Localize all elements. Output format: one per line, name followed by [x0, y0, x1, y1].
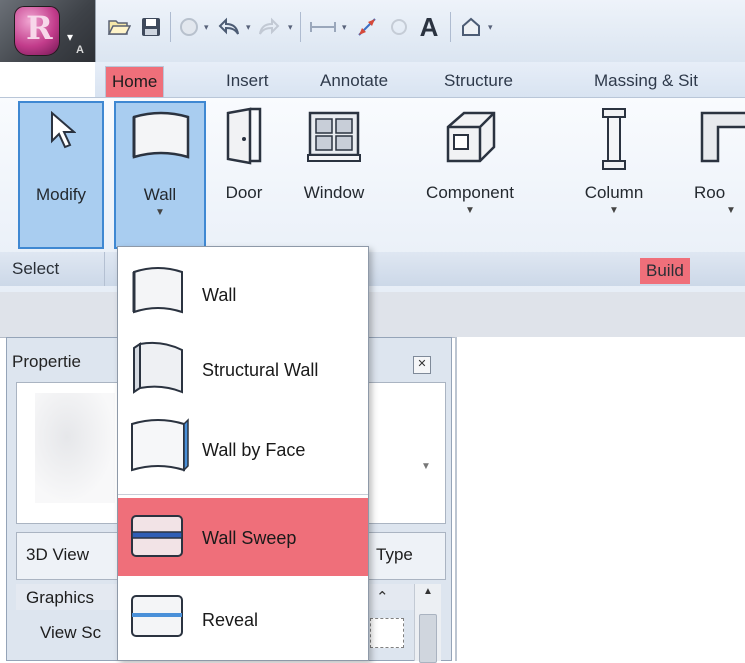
application-menu-button[interactable]: R ▾ A — [0, 0, 96, 62]
revit-logo-letter: R — [26, 9, 53, 47]
redo-icon[interactable] — [254, 12, 284, 42]
drawing-area[interactable] — [455, 337, 745, 661]
tab-home[interactable]: Home — [105, 66, 165, 97]
cursor-arrow-icon — [51, 111, 76, 149]
view-scale-label: View Sc — [40, 623, 102, 642]
menu-item-label: Wall — [202, 285, 237, 305]
panel-divider — [104, 252, 105, 286]
menu-separator — [118, 494, 368, 495]
modify-button[interactable]: Modify — [18, 101, 104, 249]
wall-icon — [132, 111, 190, 159]
column-icon — [602, 108, 626, 170]
close-icon[interactable]: ✕ — [413, 356, 431, 374]
component-icon — [446, 111, 496, 163]
door-icon — [226, 107, 262, 165]
tab-annotate[interactable]: Annotate — [314, 66, 394, 96]
column-label: Column — [584, 183, 644, 202]
chevron-down-icon: ▼ — [155, 207, 165, 218]
chevron-down-icon[interactable]: ▾ — [342, 22, 347, 33]
properties-scrollbar[interactable]: ▲ — [414, 584, 441, 663]
collapse-icon[interactable]: ⌃ — [376, 588, 389, 606]
app-logo-sub: A — [76, 44, 84, 56]
chevron-down-icon: ▾ — [67, 30, 74, 44]
menu-item-label: Wall by Face — [202, 440, 306, 460]
tab-massing-site[interactable]: Massing & Sit — [588, 66, 704, 96]
menu-item-label: Reveal — [202, 610, 259, 630]
chevron-down-icon: ▼ — [726, 205, 736, 216]
3d-view-icon[interactable] — [456, 12, 486, 42]
menu-item-reveal[interactable]: Reveal — [118, 580, 368, 658]
door-button[interactable]: Door — [214, 101, 274, 249]
scrollbar-thumb[interactable] — [419, 614, 437, 663]
open-icon[interactable] — [104, 12, 134, 42]
component-label: Component — [426, 183, 514, 202]
component-button[interactable]: Component ▼ — [400, 101, 540, 249]
measure-icon[interactable] — [306, 12, 340, 42]
menu-item-structural-wall[interactable]: Structural Wall — [118, 330, 368, 408]
preview-image — [35, 393, 115, 503]
modify-label: Modify — [35, 185, 87, 204]
tab-structure[interactable]: Structure — [438, 66, 519, 96]
select-panel-label[interactable]: Select — [12, 253, 59, 285]
wall-icon — [132, 267, 183, 314]
graphics-group-label: Graphics — [26, 588, 95, 607]
column-button[interactable]: Column ▼ — [566, 101, 662, 249]
view-type-selector[interactable]: 3D View — [26, 545, 89, 565]
text-icon[interactable]: A — [414, 12, 444, 42]
undo-icon[interactable] — [214, 12, 244, 42]
wall-label: Wall — [143, 185, 177, 204]
menu-item-wall[interactable]: Wall — [118, 256, 368, 334]
door-label: Door — [225, 183, 263, 202]
window-button[interactable]: Window — [284, 101, 384, 249]
menu-item-wall-sweep[interactable]: Wall Sweep — [118, 498, 368, 576]
options-bar — [0, 292, 745, 338]
menu-item-label: Structural Wall — [202, 360, 319, 380]
wall-by-face-icon — [131, 418, 189, 472]
window-label: Window — [303, 183, 365, 202]
window-icon — [307, 111, 361, 162]
chevron-down-icon[interactable]: ▾ — [488, 22, 493, 33]
tag-icon[interactable] — [386, 12, 412, 42]
dimension-icon[interactable] — [352, 12, 382, 42]
menu-item-label: Wall Sweep — [202, 528, 297, 548]
structural-wall-icon — [133, 341, 183, 394]
chevron-down-icon[interactable]: ▾ — [246, 22, 251, 33]
view-scale-field[interactable] — [370, 618, 404, 648]
roof-icon — [700, 111, 745, 163]
chevron-down-icon[interactable]: ▼ — [421, 461, 431, 472]
chevron-down-icon: ▼ — [465, 205, 475, 216]
build-panel-label[interactable]: Build — [640, 258, 690, 284]
roof-button[interactable]: Roo ▼ — [686, 101, 745, 249]
reveal-icon — [131, 595, 183, 637]
properties-title: Propertie — [12, 352, 81, 371]
edit-type-button[interactable]: Type — [376, 545, 413, 565]
sync-icon[interactable] — [176, 12, 202, 42]
menu-item-wall-by-face[interactable]: Wall by Face — [118, 410, 368, 488]
chevron-up-icon[interactable]: ▲ — [423, 586, 433, 597]
panel-title-strip — [0, 252, 745, 286]
chevron-down-icon[interactable]: ▾ — [204, 22, 209, 33]
roof-label: Roo — [694, 183, 726, 202]
save-icon[interactable] — [136, 12, 166, 42]
chevron-down-icon[interactable]: ▾ — [288, 22, 293, 33]
tab-insert[interactable]: Insert — [220, 66, 275, 96]
chevron-down-icon: ▼ — [609, 205, 619, 216]
wall-sweep-icon — [131, 515, 183, 557]
wall-button[interactable]: Wall ▼ — [114, 101, 206, 249]
